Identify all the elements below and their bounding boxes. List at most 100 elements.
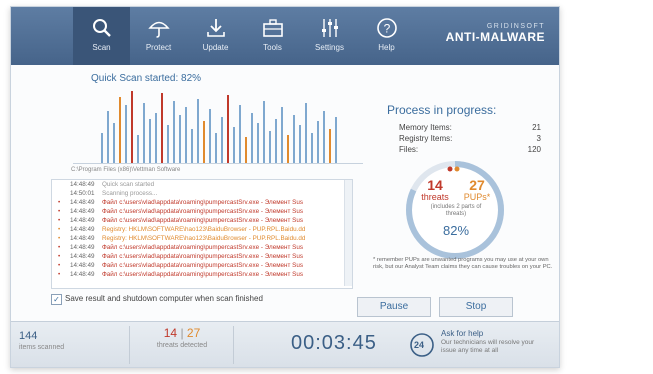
log-message: Файл c:\users\vlad\appdata\roaming\pumpe… <box>102 199 303 206</box>
threats-detected-label: threats detected <box>156 342 208 349</box>
scan-timer: 00:03:45 <box>291 332 377 354</box>
activity-bar <box>143 103 145 163</box>
activity-bar <box>167 125 169 163</box>
search-icon <box>92 19 111 37</box>
items-scanned-count: 144 <box>19 330 38 342</box>
help-24-badge: 24 <box>414 340 425 350</box>
log-bullet-icon: • <box>58 226 61 233</box>
activity-bar <box>197 99 199 163</box>
activity-bar <box>305 103 307 163</box>
log-row: • 14:48:49 Registry: HKLM\SOFTWARE\hao123\… <box>52 234 352 243</box>
memory-items-value: 21 <box>532 123 541 132</box>
log-row: • 14:48:49 Файл c:\users\vlad\appdata\roam… <box>52 207 352 216</box>
activity-bar <box>329 129 331 163</box>
stop-button[interactable]: Stop <box>439 297 513 317</box>
activity-bar <box>113 123 115 163</box>
files-items: Files: 120 <box>399 145 541 154</box>
activity-bar <box>173 101 175 163</box>
threat-summary-ring: 14 threats 27 PUPs* (includes 2 parts of… <box>389 159 521 261</box>
nav-scan-label: Scan <box>92 43 111 52</box>
svg-text:?: ? <box>383 22 390 36</box>
log-row: • 14:48:49 Registry: HKLM\SOFTWARE\hao123\… <box>52 225 352 234</box>
log-time: 14:48:49 <box>70 253 95 260</box>
brand-top: GRIDINSOFT <box>486 23 545 30</box>
activity-bar <box>185 107 187 163</box>
app-window: Scan Protect Update Tools Settings ? Hel… <box>10 6 560 368</box>
activity-bar <box>323 111 325 163</box>
log-time: 14:48:49 <box>70 244 95 251</box>
summary-pups-count: 27 <box>469 177 485 193</box>
summary-pups-note: (includes 2 parts of threats) <box>430 204 482 217</box>
scan-log[interactable]: 14:48:49 Quick scan started 14:50:01 Scanni… <box>51 179 353 289</box>
activity-bar <box>239 105 241 163</box>
pause-button[interactable]: Pause <box>357 297 431 317</box>
activity-bar <box>233 127 235 163</box>
save-shutdown-label: Save result and shutdown computer when s… <box>65 294 263 303</box>
activity-bar <box>257 123 259 163</box>
sliders-icon <box>321 19 338 37</box>
log-time: 14:48:49 <box>70 235 95 242</box>
log-time: 14:48:49 <box>70 199 95 206</box>
log-row: • 14:48:49 Файл c:\users\vlad\appdata\roam… <box>52 216 352 225</box>
nav-scan[interactable]: Scan <box>73 7 130 65</box>
files-label: Files: <box>399 145 419 154</box>
log-bullet-icon: • <box>58 262 61 269</box>
activity-bar <box>311 133 313 163</box>
activity-bar <box>251 113 253 163</box>
activity-bar <box>119 97 121 163</box>
log-time: 14:48:49 <box>70 262 95 269</box>
activity-bar <box>299 125 301 163</box>
log-time: 14:50:01 <box>70 190 95 197</box>
brand-bottom: ANTI-MALWARE <box>445 30 545 44</box>
log-message: Файл c:\users\vlad\appdata\roaming\pumpe… <box>102 244 303 251</box>
activity-bar <box>221 117 223 163</box>
status-pups-count: 27 <box>186 326 201 340</box>
toolbox-icon <box>262 19 283 37</box>
activity-bar <box>275 119 277 163</box>
log-message: Registry: HKLM\SOFTWARE\hao123\BaiduBrow… <box>102 226 306 233</box>
log-time: 14:48:49 <box>70 217 95 224</box>
question-icon: ? <box>376 18 397 38</box>
summary-threats-count: 14 <box>427 177 443 193</box>
scan-status-label: Quick Scan started: <box>91 73 179 84</box>
nav-help-label: Help <box>378 43 395 52</box>
nav-update-label: Update <box>202 43 229 52</box>
log-row: • 14:48:49 Файл c:\users\vlad\appdata\roam… <box>52 252 352 261</box>
pup-disclaimer: * remember PUPs are unwanted programs yo… <box>373 257 553 270</box>
activity-bar <box>155 113 157 163</box>
activity-bar <box>107 111 109 163</box>
activity-bar <box>125 105 127 163</box>
registry-items: Registry Items: 3 <box>399 134 541 143</box>
log-message: Файл c:\users\vlad\appdata\roaming\pumpe… <box>102 217 303 224</box>
log-scrollbar[interactable] <box>344 180 352 286</box>
log-time: 14:48:49 <box>70 181 95 188</box>
activity-bar <box>191 129 193 163</box>
umbrella-icon <box>147 21 170 38</box>
log-message: Файл c:\users\vlad\appdata\roaming\pumpe… <box>102 262 303 269</box>
activity-bar <box>203 121 205 163</box>
nav-settings[interactable]: Settings <box>301 7 358 65</box>
memory-items: Memory Items: 21 <box>399 123 541 132</box>
nav-tools[interactable]: Tools <box>244 7 301 65</box>
top-navigation-bar: Scan Protect Update Tools Settings ? Hel… <box>11 7 559 65</box>
help-title: Ask for help <box>441 329 484 338</box>
nav-protect[interactable]: Protect <box>130 7 187 65</box>
activity-bar <box>161 93 163 163</box>
status-divider <box>233 326 234 364</box>
log-row: • 14:48:49 Файл c:\users\vlad\appdata\roam… <box>52 198 352 207</box>
log-message: Scanning process... <box>102 190 158 197</box>
nav-help[interactable]: ? Help <box>358 7 415 65</box>
log-message: Файл c:\users\vlad\appdata\roaming\pumpe… <box>102 271 303 278</box>
activity-bar <box>137 135 139 163</box>
log-message: Quick scan started <box>102 181 155 188</box>
nav-update[interactable]: Update <box>187 7 244 65</box>
log-message: Файл c:\users\vlad\appdata\roaming\pumpe… <box>102 253 303 260</box>
activity-bar <box>335 117 337 163</box>
activity-bar <box>263 101 265 163</box>
download-icon <box>206 19 225 37</box>
activity-bar <box>293 115 295 163</box>
status-divider <box>129 326 130 364</box>
log-bullet-icon: • <box>58 235 61 242</box>
save-shutdown-checkbox[interactable]: ✓ <box>51 294 62 305</box>
log-message: Registry: HKLM\SOFTWARE\hao123\BaiduBrow… <box>102 235 306 242</box>
